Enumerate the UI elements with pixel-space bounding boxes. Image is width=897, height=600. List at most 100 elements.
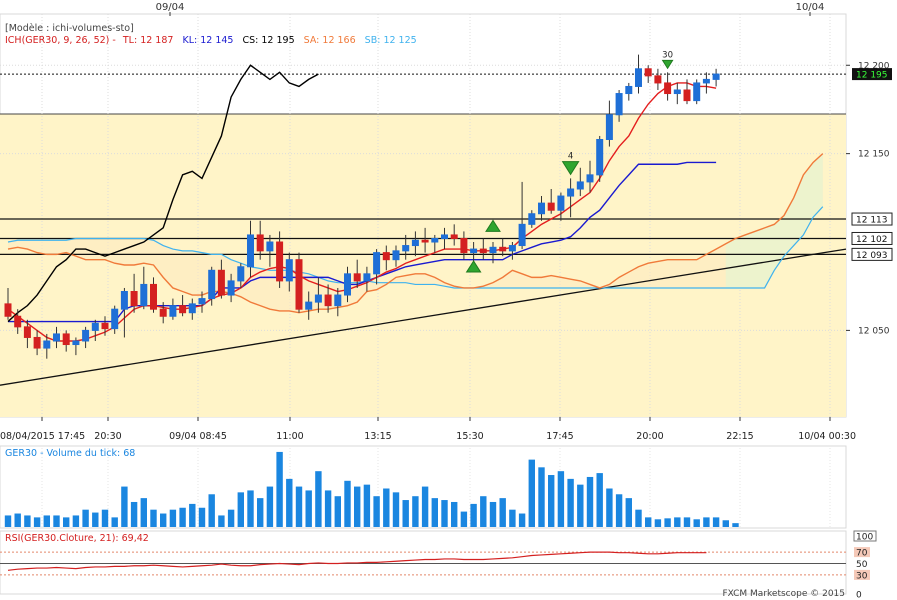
time-axis-label: 22:15	[726, 431, 753, 442]
candle-body-bullish	[625, 85, 633, 95]
candle-body-bullish	[247, 234, 254, 268]
volume-bar	[392, 492, 400, 527]
candle-body-bullish	[373, 252, 381, 275]
volume-bar	[121, 486, 128, 527]
volume-bar	[421, 486, 429, 527]
candle-body-bullish	[557, 195, 565, 211]
candle-body-bullish	[518, 223, 526, 247]
signal-label: 30	[662, 50, 673, 60]
volume-bar	[247, 490, 254, 527]
rsi-axis-label: 30	[856, 571, 868, 581]
volume-bar	[130, 501, 138, 527]
candle-body-bullish	[140, 283, 148, 307]
candle-body-bullish	[489, 246, 497, 254]
volume-bar	[625, 498, 632, 527]
candle-body-bullish	[188, 303, 196, 314]
price-level-label: 12 113	[856, 216, 888, 226]
volume-bar	[373, 496, 380, 527]
candle-body-bearish	[217, 269, 225, 296]
candle-body-bullish	[91, 322, 99, 331]
volume-bar	[276, 451, 283, 527]
volume-bar	[518, 513, 526, 527]
candle-body-bullish	[111, 308, 119, 330]
candle-body-bearish	[256, 234, 264, 252]
candle-body-bearish	[683, 89, 691, 102]
model-label: [Modèle : ichi-volumes-sto]	[5, 23, 134, 34]
candle-body-bearish	[499, 246, 507, 252]
price-axis-label: 12 050	[858, 326, 890, 336]
candle-body-bullish	[237, 266, 245, 282]
candle-body-bearish	[547, 202, 555, 211]
volume-bar	[344, 480, 351, 527]
candle-body-bullish	[392, 250, 400, 261]
volume-bar	[305, 490, 312, 527]
top-date-label: 09/04	[156, 2, 185, 13]
sa-value: SA: 12 166	[304, 35, 356, 46]
volume-bar	[43, 515, 50, 527]
ich-name: ICH(GER30, 9, 26, 52) -	[5, 35, 116, 46]
candle-body-bearish	[23, 326, 31, 338]
rsi-axis-label: 70	[856, 549, 868, 559]
volume-bar	[169, 509, 177, 527]
volume-bar	[674, 517, 681, 527]
candle-body-bullish	[411, 239, 419, 247]
candle-body-bullish	[693, 82, 701, 102]
volume-bar	[189, 503, 196, 527]
volume-bar	[227, 509, 235, 527]
volume-bar	[538, 467, 545, 527]
candle-body-bullish	[441, 234, 448, 239]
ichimoku-chart: 430 12 20012 15012 05012 11312 10212 093…	[0, 2, 893, 600]
volume-bar	[664, 518, 671, 527]
time-axis-label: 11:00	[276, 431, 303, 442]
candle-body-bearish	[179, 305, 187, 314]
current-price-label: 12 195	[856, 71, 888, 81]
footer-copyright: FXCM Marketscope © 2015	[722, 589, 845, 599]
volume-bar	[92, 512, 99, 527]
candle-body-bullish	[508, 245, 516, 252]
volume-bar	[363, 484, 371, 527]
candle-body-bullish	[314, 294, 322, 303]
volume-bar	[470, 503, 477, 527]
candle-body-bullish	[305, 301, 313, 310]
volume-bar	[101, 509, 109, 527]
volume-bar	[441, 500, 448, 527]
candle-body-bullish	[344, 273, 351, 296]
candle-body-bullish	[285, 259, 293, 282]
candle-body-bearish	[450, 234, 458, 239]
volume-bar	[722, 520, 729, 527]
candle-body-bullish	[402, 245, 410, 252]
price-axis-label: 12 150	[858, 150, 890, 160]
volume-bar	[451, 501, 458, 527]
volume-bar	[72, 515, 80, 527]
candle-body-bearish	[353, 273, 361, 282]
volume-bar	[334, 496, 341, 527]
rsi-label: RSI(GER30.Cloture, 21): 69,42	[5, 533, 149, 544]
volume-bar	[557, 471, 565, 527]
volume-bar	[179, 507, 186, 527]
volume-bar	[218, 515, 225, 527]
volume-bar	[480, 496, 487, 527]
time-axis-label: 13:15	[364, 431, 391, 442]
candle-body-bullish	[266, 241, 274, 252]
rsi-axis-label: 0	[856, 591, 862, 600]
volume-bar	[499, 498, 506, 527]
volume-bar	[606, 488, 613, 527]
volume-bar	[528, 459, 535, 527]
candle-body-bullish	[635, 68, 642, 87]
volume-bar	[24, 515, 31, 527]
time-axis-label: 09/04 08:45	[169, 431, 227, 442]
candle-body-bullish	[53, 333, 60, 342]
candle-body-bullish	[334, 294, 342, 307]
volume-bar	[596, 473, 603, 527]
candle-body-bearish	[276, 241, 284, 282]
candle-body-bearish	[62, 333, 70, 346]
candle-body-bearish	[479, 248, 487, 254]
candle-body-bullish	[198, 298, 206, 305]
volume-bar	[693, 519, 700, 527]
candle-body-bearish	[101, 322, 109, 330]
candle-body-bullish	[538, 202, 545, 215]
candle-body-bearish	[14, 315, 22, 328]
candle-body-bullish	[363, 273, 371, 282]
volume-bar	[683, 517, 691, 527]
candle-body-bullish	[596, 138, 604, 176]
